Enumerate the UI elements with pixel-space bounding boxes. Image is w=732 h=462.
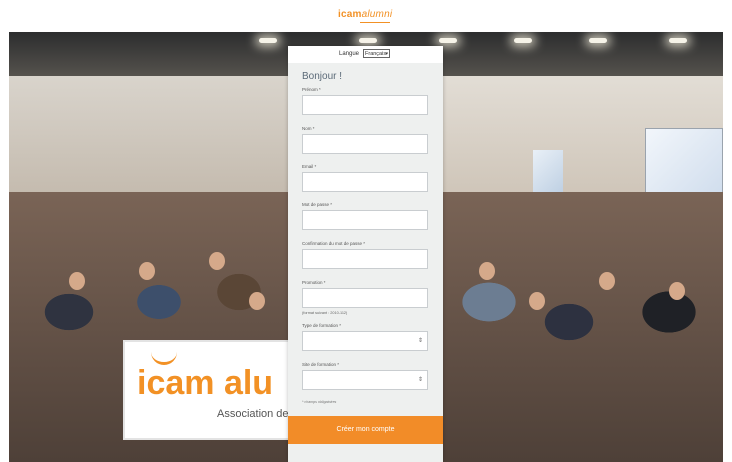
person-head (139, 262, 155, 280)
logo-underline (360, 22, 390, 23)
select-arrows-icon: ⇕ (417, 377, 423, 383)
promotion-label: Promotion * (302, 280, 326, 285)
ceiling-light (514, 38, 532, 43)
person-head (249, 292, 265, 310)
language-selected-value: Français (365, 51, 387, 57)
ceiling-light (439, 38, 457, 43)
language-label: Langue (339, 51, 360, 57)
first-name-label: Prénom * (302, 87, 321, 92)
logo-brand: icam (338, 9, 362, 20)
select-arrows-icon: ⇕ (417, 338, 423, 344)
person-head (69, 272, 85, 290)
training-site-select[interactable]: ⇕ (302, 370, 428, 390)
password-confirm-input[interactable] (302, 249, 428, 269)
icam-banner: icam alu Association de (123, 340, 297, 440)
chevron-down-icon: ▾ (385, 51, 388, 57)
logo-suffix: alumni (361, 9, 393, 20)
person-head (209, 252, 225, 270)
last-name-label: Nom * (302, 126, 315, 131)
required-fields-note: * champs obligatoires (302, 400, 337, 404)
language-row: Langue Français ▾ (288, 46, 443, 63)
ceiling-light (589, 38, 607, 43)
language-select[interactable]: Français ▾ (363, 49, 390, 58)
person-head (599, 272, 615, 290)
banner-smile-icon (151, 350, 177, 365)
email-label: Email * (302, 164, 317, 169)
email-input[interactable] (302, 172, 428, 192)
training-type-select[interactable]: ⇕ (302, 331, 428, 351)
first-name-input[interactable] (302, 95, 428, 115)
signup-panel: Langue Français ▾ Bonjour ! Prénom * Nom… (288, 46, 443, 462)
create-account-button[interactable]: Créer mon compte (288, 416, 443, 444)
banner-subtitle: Association de (217, 408, 289, 420)
password-confirm-label: Confirmation du mot de passe * (302, 241, 366, 246)
top-bar: icamalumni (0, 0, 732, 32)
icam-alumni-logo[interactable]: icamalumni (338, 9, 393, 23)
person-head (479, 262, 495, 280)
password-input[interactable] (302, 210, 428, 230)
person-head (669, 282, 685, 300)
person-head (529, 292, 545, 310)
training-site-label: Site de formation * (302, 362, 340, 367)
training-type-label: Type de formation * (302, 323, 342, 328)
ceiling-light (359, 38, 377, 43)
promotion-format-hint: (format suivant : 2010-112) (302, 311, 348, 315)
password-label: Mot de passe * (302, 202, 333, 207)
ceiling-light (669, 38, 687, 43)
promotion-input[interactable] (302, 288, 428, 308)
ceiling-light (259, 38, 277, 43)
greeting-title: Bonjour ! (302, 71, 343, 82)
banner-logo-text: icam alu (137, 364, 274, 402)
last-name-input[interactable] (302, 134, 428, 154)
